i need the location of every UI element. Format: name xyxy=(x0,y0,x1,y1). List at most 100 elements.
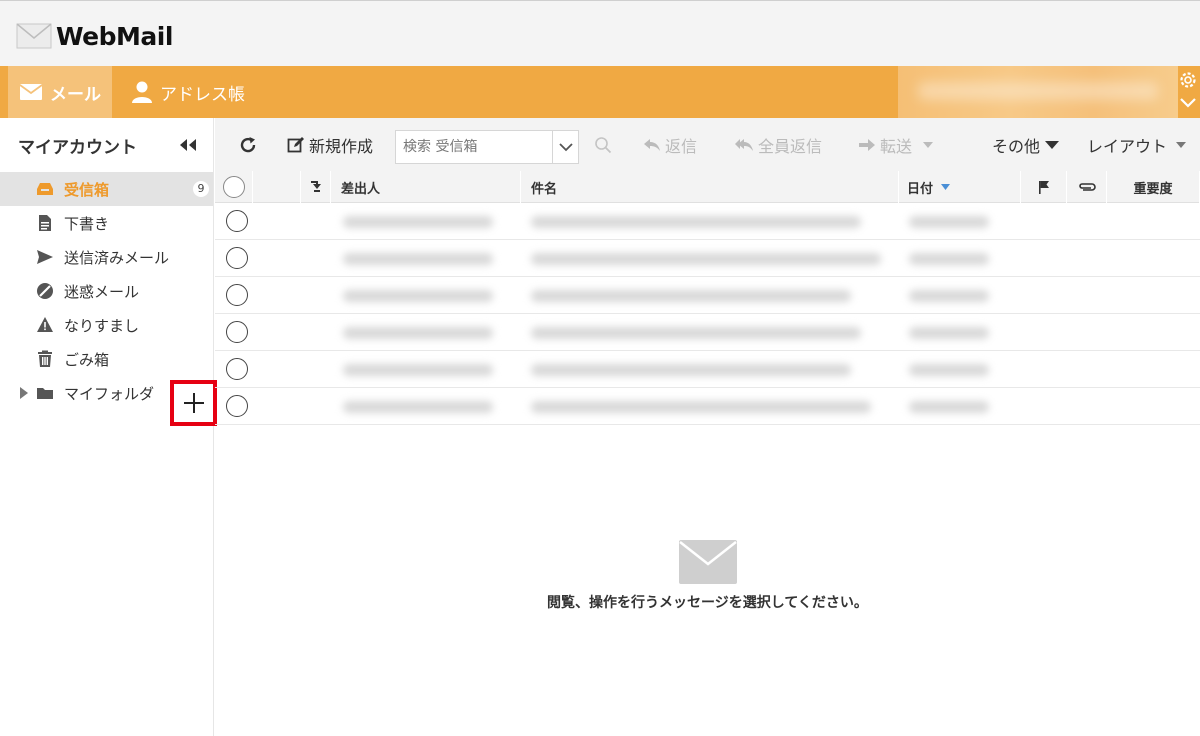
row-checkbox[interactable] xyxy=(226,247,248,269)
inbox-icon xyxy=(37,183,53,195)
spacer-column xyxy=(253,171,301,203)
more-menu-button[interactable]: その他 xyxy=(992,118,1060,171)
sidebar-item-sent[interactable]: 送信済みメール xyxy=(0,240,213,274)
blurred-sender xyxy=(343,401,493,413)
caret-down-icon xyxy=(1176,141,1187,148)
subject-column-header[interactable]: 件名 xyxy=(521,171,899,203)
reply-all-label: 全員返信 xyxy=(758,136,823,156)
sidebar-header: マイアカウント xyxy=(0,118,213,172)
send-icon xyxy=(37,250,53,264)
reply-label: 返信 xyxy=(665,136,698,156)
row-checkbox[interactable] xyxy=(226,210,248,232)
compose-label: 新規作成 xyxy=(309,136,374,156)
compose-button[interactable]: 新規作成 xyxy=(287,118,373,171)
blurred-subject xyxy=(531,290,851,302)
nav-mail-tab[interactable]: メール xyxy=(8,66,112,118)
sidebar-item-spoofing[interactable]: なりすまし xyxy=(0,308,213,342)
table-row[interactable] xyxy=(215,351,1200,388)
main-nav: メール アドレス帳 xyxy=(0,66,1200,118)
importance-column-header[interactable]: 重要度 xyxy=(1107,171,1200,203)
sidebar-item-label: 受信箱 xyxy=(64,180,110,199)
flag-column-header[interactable] xyxy=(1021,171,1067,203)
refresh-icon xyxy=(240,136,256,152)
person-icon xyxy=(132,81,152,103)
chevron-down-icon xyxy=(558,142,573,151)
paperclip-icon xyxy=(1078,183,1096,191)
more-label: その他 xyxy=(992,136,1041,156)
sidebar-item-trash[interactable]: ごみ箱 xyxy=(0,342,213,376)
expand-arrow-icon[interactable] xyxy=(20,387,28,399)
table-row[interactable] xyxy=(215,203,1200,240)
blurred-sender xyxy=(343,364,493,376)
column-label: 差出人 xyxy=(341,181,381,197)
blurred-date xyxy=(909,290,989,302)
chevron-down-icon[interactable] xyxy=(1178,94,1198,112)
nav-mail-label: メール xyxy=(50,84,101,105)
add-folder-button[interactable] xyxy=(170,380,217,426)
from-column-header[interactable]: 差出人 xyxy=(331,171,521,203)
row-checkbox[interactable] xyxy=(226,284,248,306)
reply-all-button[interactable]: 全員返信 xyxy=(734,118,822,171)
blurred-sender xyxy=(343,216,493,228)
search-scope-dropdown[interactable] xyxy=(552,131,578,163)
table-row[interactable] xyxy=(215,388,1200,425)
column-label: 件名 xyxy=(531,181,558,197)
sidebar-item-inbox[interactable]: 受信箱 9 xyxy=(0,172,213,206)
account-info-blurred xyxy=(898,66,1178,118)
sidebar-item-label: 迷惑メール xyxy=(64,282,140,301)
sidebar-item-label: なりすまし xyxy=(64,316,140,335)
envelope-icon xyxy=(678,540,737,584)
envelope-icon xyxy=(16,23,52,49)
table-row[interactable] xyxy=(215,277,1200,314)
reply-icon xyxy=(644,138,660,151)
sidebar-item-drafts[interactable]: 下書き xyxy=(0,206,213,240)
table-row[interactable] xyxy=(215,314,1200,351)
layout-menu-button[interactable]: レイアウト xyxy=(1087,118,1187,171)
reply-button[interactable]: 返信 xyxy=(643,118,697,171)
top-bar: WebMail xyxy=(0,0,1200,66)
search-box xyxy=(395,130,579,164)
nav-address-book-label: アドレス帳 xyxy=(160,84,245,105)
column-label: 日付 xyxy=(907,181,934,197)
account-title: マイアカウント xyxy=(18,137,137,158)
compose-icon xyxy=(287,136,304,152)
layout-label: レイアウト xyxy=(1087,136,1168,156)
blurred-subject xyxy=(531,216,861,228)
date-column-header[interactable]: 日付 xyxy=(899,171,1021,203)
sidebar-item-spam[interactable]: 迷惑メール xyxy=(0,274,213,308)
select-all-checkbox[interactable] xyxy=(215,171,253,203)
blocked-icon xyxy=(37,283,53,299)
blurred-sender xyxy=(343,253,493,265)
attachment-column-header[interactable] xyxy=(1067,171,1107,203)
circle-checkbox-icon xyxy=(222,176,245,198)
caret-down-icon xyxy=(923,141,934,148)
blurred-sender xyxy=(343,327,493,339)
flag-icon xyxy=(1038,181,1049,194)
mail-icon xyxy=(20,84,42,100)
trash-icon xyxy=(38,350,52,367)
collapse-sidebar-icon[interactable] xyxy=(178,138,198,152)
gear-icon[interactable] xyxy=(1178,70,1198,90)
row-checkbox[interactable] xyxy=(226,321,248,343)
unread-count-badge: 9 xyxy=(193,181,209,197)
sidebar-item-label: マイフォルダ xyxy=(64,384,155,403)
empty-state-message: 閲覧、操作を行うメッセージを選択してください。 xyxy=(547,595,868,611)
forward-icon xyxy=(859,138,875,151)
row-checkbox[interactable] xyxy=(226,358,248,380)
table-row[interactable] xyxy=(215,240,1200,277)
mail-toolbar: 新規作成 返信 全員返信 転送 xyxy=(215,118,1200,171)
blurred-date xyxy=(909,364,989,376)
reply-all-icon xyxy=(735,138,753,151)
search-button[interactable] xyxy=(594,118,612,171)
folder-icon xyxy=(37,388,53,399)
forward-button[interactable]: 転送 xyxy=(858,118,934,171)
row-checkbox[interactable] xyxy=(226,395,248,417)
logo-text: WebMail xyxy=(56,21,173,51)
blurred-date xyxy=(909,327,989,339)
search-input[interactable] xyxy=(396,131,552,163)
nav-address-book-tab[interactable]: アドレス帳 xyxy=(132,66,245,118)
plus-icon xyxy=(183,393,204,413)
refresh-button[interactable] xyxy=(239,118,257,171)
blurred-date xyxy=(909,216,989,228)
thread-column[interactable] xyxy=(301,171,331,203)
